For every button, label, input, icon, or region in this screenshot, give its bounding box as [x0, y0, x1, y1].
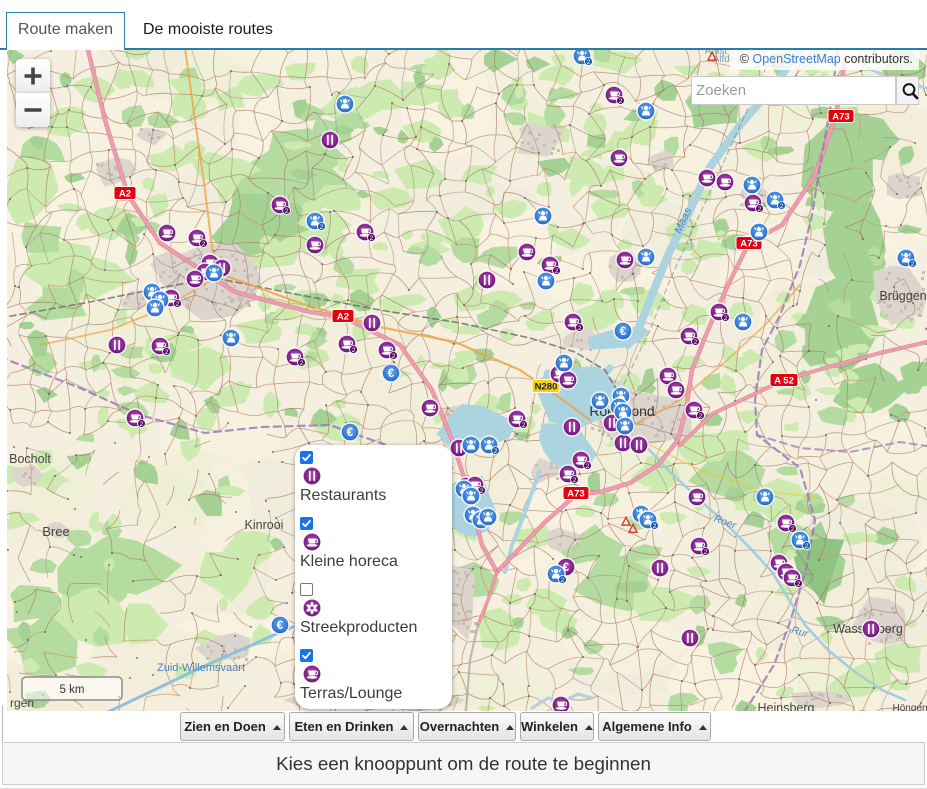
svg-text:2: 2 — [494, 448, 498, 455]
svg-text:2: 2 — [653, 523, 657, 530]
svg-text:2: 2 — [911, 261, 915, 268]
svg-text:A2: A2 — [119, 189, 131, 200]
svg-text:2: 2 — [165, 349, 169, 356]
svg-text:A2: A2 — [337, 312, 349, 323]
svg-text:2: 2 — [791, 526, 795, 533]
svg-text:2: 2 — [573, 477, 577, 484]
svg-text:2: 2 — [724, 315, 728, 322]
svg-text:2: 2 — [797, 581, 801, 588]
svg-text:2: 2 — [704, 549, 708, 556]
svg-text:N280: N280 — [535, 382, 558, 393]
svg-text:2: 2 — [352, 347, 356, 354]
svg-text:2: 2 — [392, 353, 396, 360]
svg-text:€: € — [620, 326, 627, 338]
svg-text:2: 2 — [699, 413, 703, 420]
svg-text:2: 2 — [370, 235, 374, 242]
svg-text:2: 2 — [561, 577, 565, 584]
svg-text:2: 2 — [140, 421, 144, 428]
svg-text:Brüggen: Brüggen — [879, 289, 926, 303]
svg-text:2: 2 — [758, 206, 762, 213]
svg-text:Bocholt: Bocholt — [9, 452, 51, 466]
svg-text:A73: A73 — [567, 489, 584, 500]
svg-text:Heinsberg: Heinsberg — [758, 701, 815, 711]
svg-text:2: 2 — [202, 241, 206, 248]
svg-text:2: 2 — [176, 301, 180, 308]
svg-text:2: 2 — [805, 543, 809, 550]
svg-text:A73: A73 — [832, 112, 849, 123]
svg-text:€: € — [388, 368, 395, 380]
svg-text:Höngen: Höngen — [892, 703, 927, 711]
svg-text:2: 2 — [619, 98, 623, 105]
svg-text:2: 2 — [578, 325, 582, 332]
svg-text:2: 2 — [300, 360, 304, 367]
svg-text:A 52: A 52 — [774, 376, 794, 387]
svg-text:2: 2 — [586, 463, 590, 470]
svg-text:2: 2 — [587, 59, 591, 66]
svg-text:€: € — [277, 620, 284, 632]
svg-text:2: 2 — [320, 224, 324, 231]
svg-text:2: 2 — [555, 268, 559, 275]
svg-text:5 km: 5 km — [60, 684, 85, 696]
svg-text:Zuid-Willemsvaart: Zuid-Willemsvaart — [157, 662, 245, 674]
svg-text:€: € — [347, 427, 354, 439]
svg-text:2: 2 — [285, 208, 289, 215]
svg-text:2: 2 — [694, 339, 698, 346]
svg-text:2: 2 — [780, 203, 784, 210]
svg-text:Bree: Bree — [42, 524, 69, 539]
svg-text:Kinrooi: Kinrooi — [245, 518, 284, 532]
svg-text:2: 2 — [522, 422, 526, 429]
